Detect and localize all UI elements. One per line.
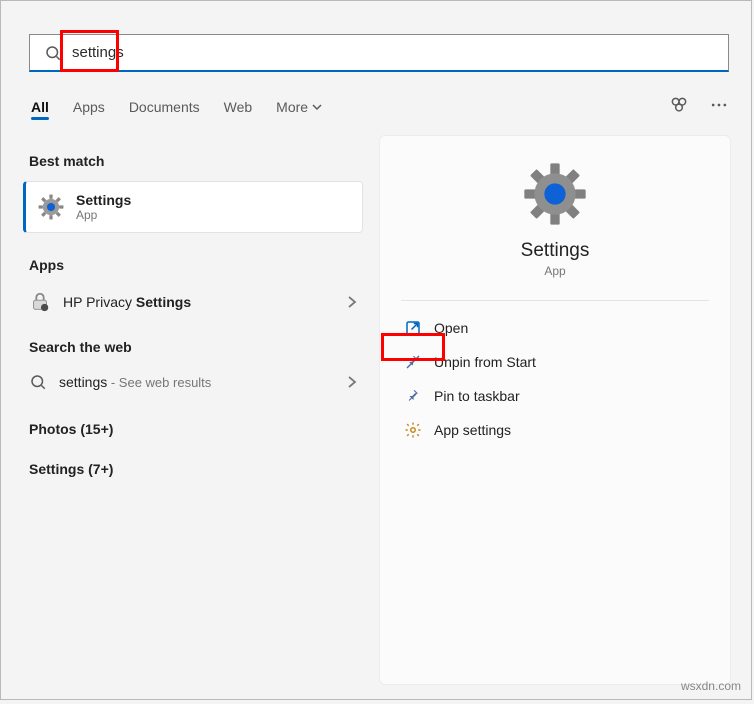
category-photos[interactable]: Photos (15+) xyxy=(23,415,363,445)
open-icon xyxy=(404,319,422,337)
action-open-label: Open xyxy=(434,320,468,336)
gear-icon xyxy=(38,194,64,220)
search-value: settings xyxy=(72,44,124,61)
action-appsettings-label: App settings xyxy=(434,422,511,438)
preview-actions: Open Unpin from Start Pin to taskbar App… xyxy=(380,301,730,447)
active-tab-indicator xyxy=(31,117,49,120)
tab-all[interactable]: All xyxy=(29,95,51,119)
section-best-match: Best match xyxy=(23,147,363,177)
best-match-name: Settings xyxy=(76,192,131,208)
category-settings[interactable]: Settings (7+) xyxy=(23,455,363,485)
watermark: wsxdn.com xyxy=(681,679,741,693)
apps-result-hp-privacy[interactable]: HP Privacy Settings xyxy=(23,281,363,323)
action-unpin-label: Unpin from Start xyxy=(434,354,536,370)
search-icon xyxy=(29,373,47,391)
results-left-column: Best match Settings App Apps HP Privacy … xyxy=(23,147,363,485)
chevron-down-icon xyxy=(312,102,322,112)
tab-apps[interactable]: Apps xyxy=(71,95,107,119)
tab-more-label: More xyxy=(276,99,308,115)
more-options-icon[interactable] xyxy=(709,95,729,115)
preview-subtitle: App xyxy=(544,264,565,278)
action-open[interactable]: Open xyxy=(398,311,712,345)
tab-more[interactable]: More xyxy=(274,95,324,119)
web-result-label: settings - See web results xyxy=(59,374,211,390)
web-result-settings[interactable]: settings - See web results xyxy=(23,363,363,401)
pin-icon xyxy=(404,387,422,405)
tab-documents[interactable]: Documents xyxy=(127,95,202,119)
search-icon xyxy=(44,44,62,62)
chevron-right-icon xyxy=(347,295,357,309)
action-pin-label: Pin to taskbar xyxy=(434,388,520,404)
section-web: Search the web xyxy=(23,333,363,363)
apps-result-label: HP Privacy Settings xyxy=(63,294,191,310)
filter-tabs: All Apps Documents Web More xyxy=(29,95,324,119)
section-apps: Apps xyxy=(23,251,363,281)
preview-panel: Settings App Open Unpin from Start Pin t… xyxy=(379,135,731,685)
lock-icon xyxy=(29,291,51,313)
action-app-settings[interactable]: App settings xyxy=(398,413,712,447)
gear-icon xyxy=(523,162,587,226)
gear-outline-icon xyxy=(404,421,422,439)
best-match-sub: App xyxy=(76,208,131,222)
unpin-icon xyxy=(404,353,422,371)
action-pin-to-taskbar[interactable]: Pin to taskbar xyxy=(398,379,712,413)
rewards-icon[interactable] xyxy=(669,95,689,115)
action-unpin-from-start[interactable]: Unpin from Start xyxy=(398,345,712,379)
search-window: settings All Apps Documents Web More Bes… xyxy=(0,0,752,700)
preview-title: Settings xyxy=(521,240,590,262)
best-match-result[interactable]: Settings App xyxy=(23,181,363,233)
chevron-right-icon xyxy=(347,375,357,389)
tab-web[interactable]: Web xyxy=(222,95,255,119)
search-input[interactable]: settings xyxy=(29,34,729,72)
